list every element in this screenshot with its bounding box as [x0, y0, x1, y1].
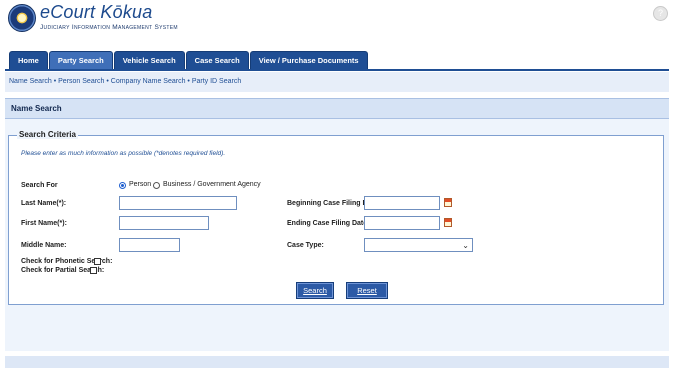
middle-name-input[interactable]: [119, 238, 180, 252]
business-radio[interactable]: [153, 182, 160, 189]
person-radio-label: Person: [129, 181, 152, 188]
tabs-underline: [5, 69, 669, 71]
search-criteria-legend: Search Criteria: [17, 130, 78, 139]
search-button[interactable]: Search: [296, 282, 334, 299]
phonetic-search-checkbox[interactable]: [94, 258, 101, 265]
page-frame: eCourt Kōkua Judiciary Information Manag…: [5, 0, 669, 388]
person-radio[interactable]: [119, 182, 126, 189]
last-name-label: Last Name(*):: [21, 200, 67, 207]
panel-body: Search Criteria Please enter as much inf…: [5, 119, 669, 351]
first-name-label: First Name(*):: [21, 220, 67, 227]
search-for-label: Search For: [21, 182, 58, 189]
first-name-input[interactable]: [119, 216, 209, 230]
search-button-label: Search: [303, 286, 327, 295]
calendar-icon[interactable]: [444, 218, 452, 227]
partial-search-checkbox[interactable]: [90, 267, 97, 274]
main-tabs: Home Party Search Vehicle Search Case Se…: [9, 51, 368, 69]
tab-home[interactable]: Home: [9, 51, 48, 69]
calendar-icon[interactable]: [444, 198, 452, 207]
business-radio-label: Business / Government Agency: [163, 181, 261, 188]
tab-party-search[interactable]: Party Search: [48, 51, 113, 69]
case-type-label: Case Type:: [287, 242, 324, 249]
last-name-input[interactable]: [119, 196, 237, 210]
reset-button[interactable]: Reset: [346, 282, 388, 299]
tab-case-search[interactable]: Case Search: [185, 51, 249, 69]
case-type-select[interactable]: ⌄: [364, 238, 473, 252]
footer-bar: [5, 356, 669, 368]
panel-title: Name Search: [5, 98, 669, 119]
judiciary-seal-logo: [8, 4, 36, 32]
tab-view-purchase-documents[interactable]: View / Purchase Documents: [249, 51, 368, 69]
search-type-links[interactable]: Name Search • Person Search • Company Na…: [5, 72, 669, 92]
tab-vehicle-search[interactable]: Vehicle Search: [113, 51, 185, 69]
reset-button-label: Reset: [357, 286, 377, 295]
required-fields-note: Please enter as much information as poss…: [21, 150, 226, 157]
help-icon[interactable]: ?: [653, 6, 668, 21]
chevron-down-icon: ⌄: [462, 241, 469, 250]
app-title: eCourt Kōkua: [40, 2, 153, 22]
middle-name-label: Middle Name:: [21, 242, 67, 249]
end-date-label: Ending Case Filing Date:: [287, 220, 370, 227]
begin-date-input[interactable]: [364, 196, 440, 210]
app-header: eCourt Kōkua Judiciary Information Manag…: [5, 0, 669, 42]
app-subtitle: Judiciary Information Management System: [40, 24, 178, 31]
search-criteria-fieldset: Search Criteria Please enter as much inf…: [8, 130, 664, 305]
end-date-input[interactable]: [364, 216, 440, 230]
